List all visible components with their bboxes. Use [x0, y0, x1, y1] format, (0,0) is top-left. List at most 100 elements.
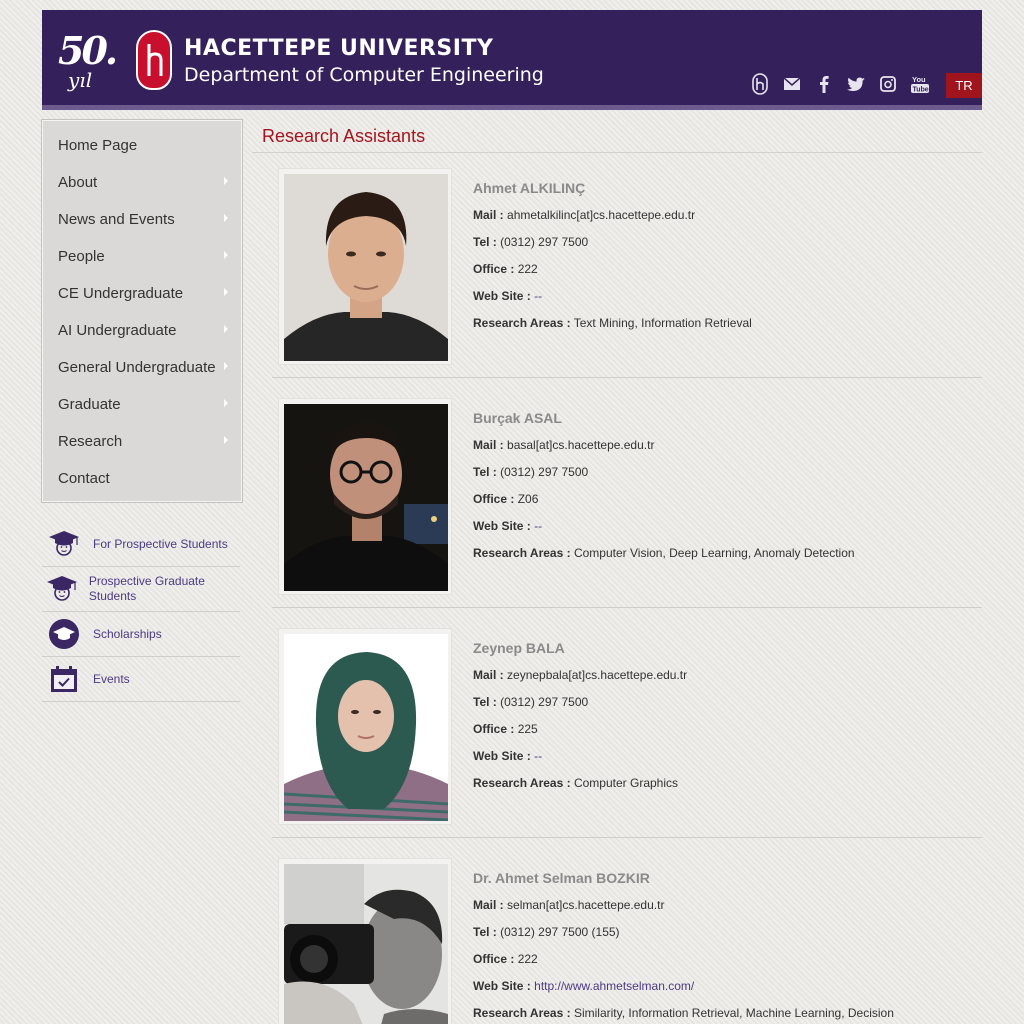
- quick-link-scholarships[interactable]: Scholarships: [42, 612, 240, 657]
- office-label: Office :: [473, 722, 515, 736]
- hacettepe-icon[interactable]: [748, 72, 772, 96]
- title-divider: [252, 152, 982, 153]
- mail-value: zeynepbala[at]cs.hacettepe.edu.tr: [507, 668, 688, 682]
- office-label: Office :: [473, 262, 515, 276]
- menu-item-general-undergraduate[interactable]: General Undergraduate: [42, 349, 242, 386]
- anniversary-logo: 50. yıl: [56, 28, 126, 98]
- graduation-cap-icon: [42, 574, 82, 604]
- menu-item-label: Research: [58, 433, 123, 450]
- menu-item-ce-undergraduate[interactable]: CE Undergraduate: [42, 275, 242, 312]
- website-label: Web Site :: [473, 519, 531, 533]
- office-value: Z06: [517, 492, 539, 506]
- website-link[interactable]: --: [534, 749, 542, 763]
- mail-label: Mail :: [473, 898, 504, 912]
- research-areas-label: Research Areas :: [473, 776, 571, 790]
- site-header: 50. yıl HACETTEPE UNIVERSITY Department …: [42, 10, 982, 110]
- office-value: 222: [517, 952, 538, 966]
- youtube-icon[interactable]: You Tube: [908, 72, 932, 96]
- person-name: Zeynep BALA: [473, 640, 565, 656]
- person-card: Zeynep BALA Mail : zeynepbala[at]cs.hace…: [272, 628, 982, 838]
- office-value: 222: [517, 262, 538, 276]
- research-areas-value: Text Mining, Information Retrieval: [573, 316, 752, 330]
- menu-item-label: General Undergraduate: [58, 359, 216, 376]
- quick-link-prospective-graduate[interactable]: Prospective Graduate Students: [42, 567, 240, 612]
- menu-item-graduate[interactable]: Graduate: [42, 386, 242, 423]
- mail-value: basal[at]cs.hacettepe.edu.tr: [507, 438, 655, 452]
- website-label: Web Site :: [473, 289, 531, 303]
- quick-link-label: Prospective Graduate Students: [88, 574, 205, 603]
- quick-link-label: Events: [93, 671, 130, 686]
- menu-item-label: CE Undergraduate: [58, 285, 184, 302]
- menu-item-people[interactable]: People: [42, 238, 242, 275]
- research-areas-value: Computer Graphics: [573, 776, 679, 790]
- office-label: Office :: [473, 492, 515, 506]
- menu-item-research[interactable]: Research: [42, 423, 242, 460]
- menu-item-label: AI Undergraduate: [58, 322, 177, 339]
- social-links: You Tube: [740, 72, 932, 96]
- tel-label: Tel :: [473, 695, 497, 709]
- research-areas-label: Research Areas :: [473, 1006, 571, 1020]
- quick-links: For Prospective Students Prospective Gra…: [42, 522, 240, 702]
- menu-item-contact[interactable]: Contact: [42, 460, 242, 497]
- tel-label: Tel :: [473, 925, 497, 939]
- university-logo[interactable]: [136, 30, 172, 90]
- menu-item-label: About: [58, 174, 98, 191]
- person-card: Burçak ASAL Mail : basal[at]cs.hacettepe…: [272, 398, 982, 608]
- chevron-right-icon: [224, 288, 228, 296]
- quick-link-prospective-students[interactable]: For Prospective Students: [42, 522, 240, 567]
- svg-text:You: You: [912, 75, 926, 84]
- menu-item-label: Contact: [58, 470, 110, 487]
- menu-item-home-page[interactable]: Home Page: [42, 127, 242, 164]
- anniversary-word: yıl: [68, 68, 93, 92]
- anniversary-number: 50.: [58, 28, 118, 73]
- person-info: Zeynep BALA Mail : zeynepbala[at]cs.hace…: [473, 640, 687, 803]
- mail-icon[interactable]: [780, 72, 804, 96]
- tel-value: (0312) 297 7500: [500, 235, 589, 249]
- menu-item-ai-undergraduate[interactable]: AI Undergraduate: [42, 312, 242, 349]
- university-emblem-icon: [147, 44, 163, 76]
- menu-item-label: People: [58, 248, 105, 265]
- quick-link-events[interactable]: Events: [42, 657, 240, 702]
- mail-label: Mail :: [473, 208, 504, 222]
- person-photo: [278, 628, 452, 825]
- person-photo: [278, 858, 452, 1024]
- scholarship-cap-icon: [42, 618, 86, 650]
- chevron-right-icon: [224, 399, 228, 407]
- facebook-icon[interactable]: [812, 72, 836, 96]
- research-areas-label: Research Areas :: [473, 316, 571, 330]
- calendar-icon: [42, 665, 86, 693]
- page-title: Research Assistants: [262, 126, 426, 146]
- menu-item-about[interactable]: About: [42, 164, 242, 201]
- chevron-right-icon: [224, 436, 228, 444]
- mail-label: Mail :: [473, 668, 504, 682]
- chevron-right-icon: [224, 177, 228, 185]
- website-label: Web Site :: [473, 749, 531, 763]
- website-link[interactable]: --: [534, 519, 542, 533]
- university-name[interactable]: HACETTEPE UNIVERSITY: [184, 36, 493, 61]
- tel-value: (0312) 297 7500: [500, 695, 589, 709]
- mail-label: Mail :: [473, 438, 504, 452]
- person-card: Ahmet ALKILINÇ Mail : ahmetalkilinc[at]c…: [272, 168, 982, 378]
- twitter-icon[interactable]: [844, 72, 868, 96]
- website-link[interactable]: --: [534, 289, 542, 303]
- quick-link-label: For Prospective Students: [93, 536, 228, 551]
- department-name[interactable]: Department of Computer Engineering: [184, 64, 544, 86]
- website-label: Web Site :: [473, 979, 531, 993]
- person-info: Dr. Ahmet Selman BOZKIR Mail : selman[at…: [473, 870, 894, 1024]
- instagram-icon[interactable]: [876, 72, 900, 96]
- person-name: Burçak ASAL: [473, 410, 562, 426]
- language-tr-button[interactable]: TR: [946, 73, 982, 98]
- svg-text:Tube: Tube: [913, 87, 929, 94]
- office-value: 225: [517, 722, 538, 736]
- menu-item-label: News and Events: [58, 211, 175, 228]
- person-photo: [278, 398, 452, 595]
- person-card: Dr. Ahmet Selman BOZKIR Mail : selman[at…: [272, 858, 982, 1024]
- person-name: Dr. Ahmet Selman BOZKIR: [473, 870, 650, 886]
- website-link[interactable]: http://www.ahmetselman.com/: [534, 979, 694, 993]
- tel-value: (0312) 297 7500: [500, 465, 589, 479]
- person-info: Burçak ASAL Mail : basal[at]cs.hacettepe…: [473, 410, 855, 573]
- mail-value: selman[at]cs.hacettepe.edu.tr: [507, 898, 665, 912]
- chevron-right-icon: [224, 251, 228, 259]
- research-areas-label: Research Areas :: [473, 546, 571, 560]
- menu-item-news-and-events[interactable]: News and Events: [42, 201, 242, 238]
